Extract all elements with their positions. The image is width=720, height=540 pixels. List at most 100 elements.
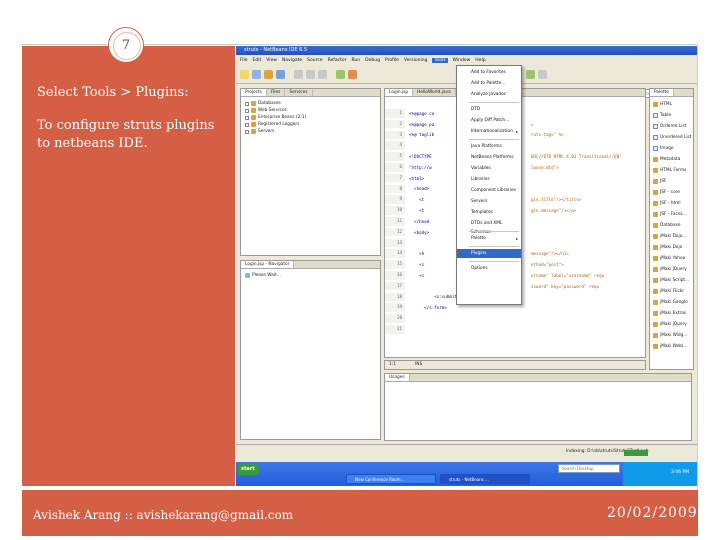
tree-item-registered-loggers[interactable]: Registered Loggers bbox=[245, 121, 299, 128]
expand-icon[interactable] bbox=[245, 115, 249, 120]
palette-item-database[interactable]: Database bbox=[653, 221, 681, 229]
palette-item-html-forms[interactable]: HTML Forms bbox=[653, 166, 686, 174]
palette-item-jmaki-widg[interactable]: jMaki Widg... bbox=[653, 331, 687, 339]
palette-item-label: HTML Forms bbox=[660, 167, 687, 173]
menu-item-variables[interactable]: Variables bbox=[457, 164, 521, 173]
folder-icon bbox=[653, 343, 658, 349]
menu-item-netbeans-platforms[interactable]: NetBeans Platforms bbox=[457, 153, 521, 162]
menu-item-plugins[interactable]: Plugins bbox=[457, 249, 521, 258]
tree-item-databases[interactable]: Databases bbox=[245, 100, 281, 107]
menu-item-dtd[interactable]: DTD bbox=[457, 105, 521, 114]
palette-item-jmaki-extras[interactable]: jMaki Extras bbox=[653, 309, 686, 317]
menu-run[interactable]: Run bbox=[351, 58, 360, 63]
node-icon bbox=[251, 101, 256, 106]
menu-versioning[interactable]: Versioning bbox=[404, 58, 428, 63]
palette-item-jmaki-script[interactable]: jMaki Script... bbox=[653, 276, 689, 284]
palette-item-metadata[interactable]: Metadata bbox=[653, 155, 680, 163]
new-file-icon[interactable] bbox=[240, 70, 249, 79]
menu-navigate[interactable]: Navigate bbox=[282, 58, 302, 63]
palette-item-html[interactable]: HTML bbox=[653, 100, 672, 108]
menu-item-templates[interactable]: Templates bbox=[457, 208, 521, 217]
copy-icon[interactable] bbox=[306, 70, 315, 79]
code-line: 21 bbox=[385, 325, 645, 334]
menu-edit[interactable]: Edit bbox=[253, 58, 262, 63]
menu-item-servers[interactable]: Servers bbox=[457, 197, 521, 206]
tab-navigator[interactable]: Login.jsp - Navigator bbox=[241, 261, 295, 268]
tab-usages[interactable]: Usages bbox=[385, 374, 410, 381]
line-number: 15 bbox=[385, 260, 405, 269]
tab-projects[interactable]: Projects bbox=[241, 89, 267, 96]
menu-item-dtds-and-xml-schemas[interactable]: DTDs and XML Schemas bbox=[457, 219, 521, 235]
palette-item-jmaki-webl[interactable]: jMaki Webl... bbox=[653, 342, 687, 350]
folder-icon bbox=[653, 189, 658, 195]
menu-item-analyze-javadoc[interactable]: Analyze Javadoc bbox=[457, 90, 521, 99]
taskbar-conference[interactable]: New Conference Room... bbox=[346, 474, 436, 484]
menu-source[interactable]: Source bbox=[307, 58, 322, 63]
menu-tools[interactable]: Tools bbox=[432, 58, 448, 63]
tab-services[interactable]: Services bbox=[285, 89, 313, 96]
desktop-search-input[interactable]: Search Desktop bbox=[558, 464, 620, 473]
tab-palette[interactable]: Palette bbox=[650, 89, 674, 96]
palette-item-jmaki-google[interactable]: jMaki Google bbox=[653, 298, 688, 306]
expand-icon[interactable] bbox=[245, 101, 249, 106]
palette-pane: Palette HTML Table Ordered List Unordered L… bbox=[649, 88, 694, 370]
palette-item-jmaki-dojo[interactable]: jMaki Dojo... bbox=[653, 232, 686, 240]
taskbar-netbeans[interactable]: struts - NetBeans ... bbox=[440, 474, 530, 484]
menu-file[interactable]: File bbox=[240, 58, 248, 63]
palette-item-jsf-core[interactable]: JSF - core bbox=[653, 188, 680, 196]
tab-files[interactable]: Files bbox=[267, 89, 286, 96]
clean-build-icon[interactable] bbox=[538, 70, 547, 79]
expand-icon[interactable] bbox=[245, 122, 249, 127]
palette-item-jsf[interactable]: JSF bbox=[653, 177, 666, 185]
menu-refactor[interactable]: Refactor bbox=[328, 58, 347, 63]
save-all-icon[interactable] bbox=[276, 70, 285, 79]
expand-icon[interactable] bbox=[245, 108, 249, 113]
menu-item-palette[interactable]: Palette ▸ bbox=[457, 234, 521, 243]
folder-icon bbox=[653, 167, 658, 173]
palette-item-ordered-list[interactable]: Ordered List bbox=[653, 122, 686, 130]
menu-debug[interactable]: Debug bbox=[365, 58, 380, 63]
palette-item-unordered-list[interactable]: Unordered List bbox=[653, 133, 691, 141]
palette-item-jmaki-jquery[interactable]: jMaki jQuery bbox=[653, 265, 687, 273]
open-project-icon[interactable] bbox=[264, 70, 273, 79]
menu-view[interactable]: View bbox=[266, 58, 277, 63]
menu-separator bbox=[469, 231, 519, 232]
build-icon[interactable] bbox=[526, 70, 535, 79]
palette-item-table[interactable]: Table bbox=[653, 111, 671, 119]
tab-login-jsp[interactable]: Login.jsp bbox=[385, 89, 414, 96]
line-number: 3 bbox=[385, 130, 405, 140]
tab-helloworld-java[interactable]: HelloWorld.java bbox=[413, 89, 456, 96]
palette-item-jmaki-jquery[interactable]: jMaki jQuery bbox=[653, 320, 687, 328]
tree-item-servers[interactable]: Servers bbox=[245, 128, 274, 135]
cut-icon[interactable] bbox=[294, 70, 303, 79]
palette-item-jsf-html[interactable]: JSF - html bbox=[653, 199, 681, 207]
debug-icon[interactable] bbox=[348, 70, 357, 79]
menu-item-java-platforms[interactable]: Java Platforms bbox=[457, 142, 521, 151]
line-number: 20 bbox=[385, 314, 405, 323]
menu-item-options[interactable]: Options bbox=[457, 264, 521, 273]
expand-icon[interactable] bbox=[245, 129, 249, 134]
navigator-status-text: Please Wait... bbox=[252, 273, 281, 278]
menu-item-add-to-favorites[interactable]: Add to Favorites bbox=[457, 68, 521, 77]
menu-item-internationalization[interactable]: Internationalization ▸ bbox=[457, 127, 521, 136]
start-button[interactable]: start bbox=[238, 464, 260, 475]
menu-item-add-to-palette[interactable]: Add to Palette... bbox=[457, 79, 521, 88]
menu-help[interactable]: Help bbox=[475, 58, 485, 63]
tree-item-web-services[interactable]: Web Services bbox=[245, 107, 287, 114]
menu-item-component-libraries[interactable]: Component Libraries bbox=[457, 186, 521, 195]
palette-item-label: jMaki Google bbox=[660, 299, 688, 305]
code-text: </s:form> bbox=[409, 305, 447, 311]
palette-item-jmaki-flickr[interactable]: jMaki Flickr bbox=[653, 287, 684, 295]
menu-item-apply-diff-patch[interactable]: Apply Diff Patch... bbox=[457, 116, 521, 125]
menu-item-libraries[interactable]: Libraries bbox=[457, 175, 521, 184]
palette-item-jsf-facel[interactable]: JSF - FaceL... bbox=[653, 210, 687, 218]
palette-item-image[interactable]: Image bbox=[653, 144, 673, 152]
paste-icon[interactable] bbox=[318, 70, 327, 79]
palette-item-jmaki-yahoo[interactable]: jMaki Yahoo bbox=[653, 254, 685, 262]
run-icon[interactable] bbox=[336, 70, 345, 79]
new-project-icon[interactable] bbox=[252, 70, 261, 79]
palette-item-jmaki-dojo[interactable]: jMaki Dojo bbox=[653, 243, 682, 251]
tree-item-enterprise-beans-2-1[interactable]: Enterprise Beans (2.1) bbox=[245, 114, 306, 121]
menu-profile[interactable]: Profile bbox=[385, 58, 399, 63]
menu-window[interactable]: Window bbox=[453, 58, 471, 63]
